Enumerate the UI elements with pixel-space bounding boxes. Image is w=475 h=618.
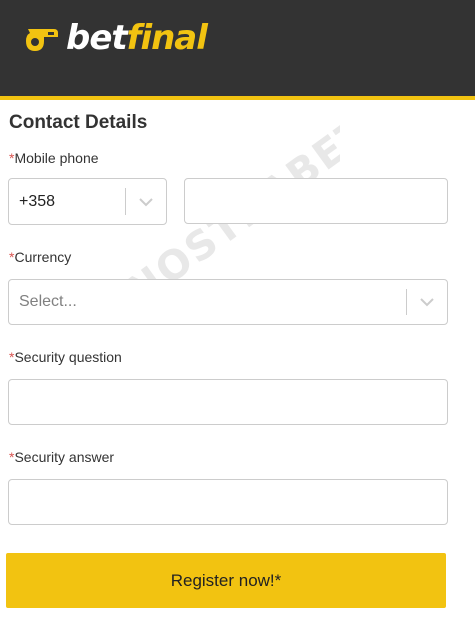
phone-number-field[interactable] <box>184 178 448 224</box>
select-separator <box>125 188 126 215</box>
country-code-select[interactable]: +358 <box>8 178 167 225</box>
phone-number-input[interactable] <box>185 179 447 223</box>
security-answer-input[interactable] <box>9 480 447 524</box>
whistle-icon <box>26 29 58 51</box>
security-question-field[interactable] <box>8 379 448 425</box>
mobile-phone-label-text: Mobile phone <box>14 150 99 166</box>
chevron-down-icon[interactable] <box>419 297 435 307</box>
security-answer-field[interactable] <box>8 479 448 525</box>
logo-bet-text: bet <box>66 18 128 58</box>
currency-label: *Currency <box>9 249 71 265</box>
security-question-label: *Security question <box>9 349 122 365</box>
section-title: Contact Details <box>9 112 148 133</box>
currency-select[interactable]: Select... <box>8 279 448 325</box>
country-code-value: +358 <box>19 192 56 210</box>
chevron-down-icon[interactable] <box>138 197 154 207</box>
logo-final-text: final <box>126 18 208 58</box>
mobile-phone-label: *Mobile phone <box>9 150 99 166</box>
currency-label-text: Currency <box>14 249 72 265</box>
betfinal-logo[interactable]: betfinal <box>24 18 208 58</box>
security-question-label-text: Security question <box>14 349 122 365</box>
select-separator <box>406 289 407 315</box>
site-header: betfinal <box>0 0 475 100</box>
security-question-input[interactable] <box>9 380 447 424</box>
security-answer-label: *Security answer <box>9 449 114 465</box>
logo-wordmark: betfinal <box>66 18 208 58</box>
register-button[interactable]: Register now!* <box>6 553 446 608</box>
security-answer-label-text: Security answer <box>14 449 115 465</box>
currency-placeholder: Select... <box>19 293 77 310</box>
